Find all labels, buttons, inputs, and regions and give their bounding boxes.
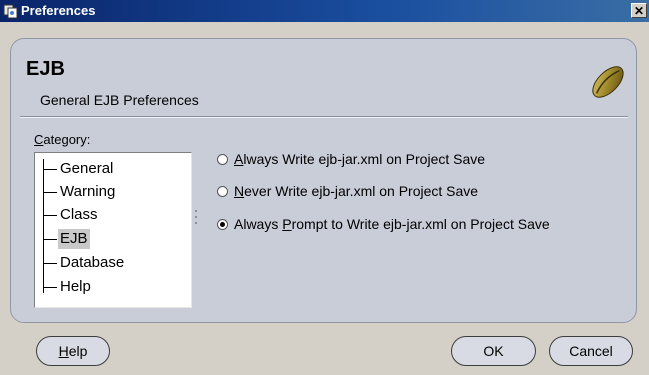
tree-item-warning[interactable]: Warning [43,182,117,202]
radio-always-write[interactable]: Always Write ejb-jar.xml on Project Save [217,149,485,169]
close-button[interactable]: ✕ [631,3,647,18]
help-button[interactable]: Help [36,336,110,366]
close-icon: ✕ [633,4,645,18]
tree-item-general[interactable]: General [43,159,115,179]
radio-button[interactable] [217,153,228,165]
radio-never-write[interactable]: Never Write ejb-jar.xml on Project Save [217,181,478,201]
category-label: Category: [34,132,91,147]
splitter-handle[interactable] [194,206,198,236]
tree-item-class[interactable]: Class [43,205,100,225]
radio-always-prompt[interactable]: Always Prompt to Write ejb-jar.xml on Pr… [217,214,550,234]
radio-label: Always Write ejb-jar.xml on Project Save [234,151,486,167]
window-title: Preferences [21,3,96,18]
preferences-app-icon [3,4,18,19]
ok-button[interactable]: OK [451,336,536,366]
radio-label: Always Prompt to Write ejb-jar.xml on Pr… [234,216,550,232]
category-tree[interactable]: General Warning Class EJB Database Help [34,152,192,308]
tree-item-database[interactable]: Database [43,253,126,273]
header-separator [20,116,628,118]
preferences-dialog: Preferences ✕ EJB General EJB Preference… [0,0,649,375]
cancel-button[interactable]: Cancel [549,336,633,366]
radio-label: Never Write ejb-jar.xml on Project Save [234,183,479,199]
bean-icon [592,66,624,98]
page-title: EJB [26,58,65,80]
tree-item-help[interactable]: Help [43,277,93,297]
title-bar: Preferences ✕ [0,0,649,22]
tree-item-ejb[interactable]: EJB [43,229,90,249]
page-subtitle: General EJB Preferences [40,92,199,108]
radio-button[interactable] [217,185,228,197]
radio-button[interactable] [217,218,228,230]
